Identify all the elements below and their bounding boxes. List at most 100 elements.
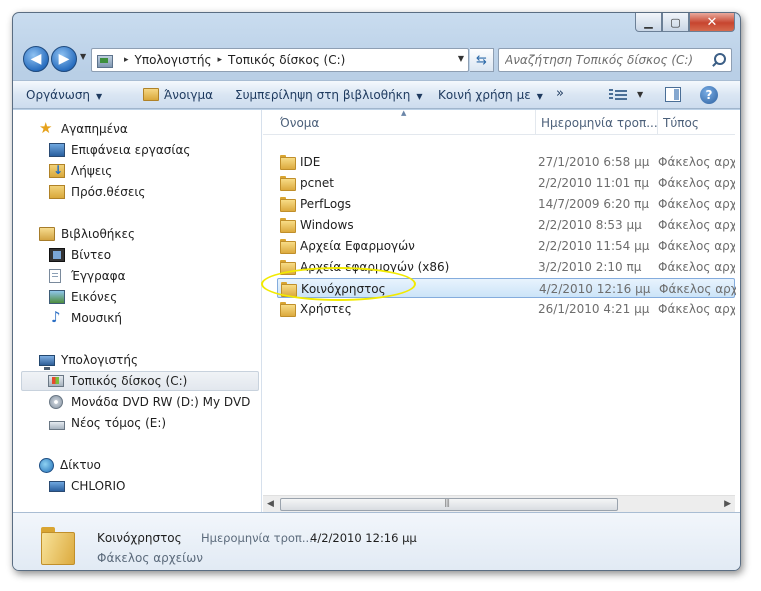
scroll-right-icon[interactable]: ▶ [724, 499, 731, 509]
sidebar-item-chlorio[interactable]: CHLORIO [49, 476, 125, 496]
more-commands-button[interactable]: » [556, 86, 564, 101]
computer-icon [39, 354, 55, 370]
folder-icon [281, 282, 297, 297]
sidebar-item-documents[interactable]: Έγγραφα [49, 266, 126, 286]
scroll-left-icon[interactable]: ◀ [267, 499, 274, 509]
column-divider[interactable] [657, 110, 658, 135]
file-row[interactable]: Windows 2/2/2010 8:53 μμ Φάκελος αρχείων [277, 215, 735, 235]
breadcrumb-local-disk[interactable]: Τοπικός δίσκος (C:) [228, 53, 345, 67]
search-box[interactable] [498, 48, 732, 72]
sidebar-item-downloads[interactable]: Λήψεις [49, 161, 112, 181]
breadcrumb-separator-icon[interactable]: ▸ [124, 55, 129, 65]
file-name: Χρήστες [300, 302, 352, 316]
sidebar-favorites[interactable]: Αγαπημένα [39, 119, 128, 139]
file-name: Αρχεία εφαρμογών (x86) [300, 260, 450, 274]
open-folder-icon [143, 88, 159, 101]
recent-pages-dropdown-icon[interactable]: ▼ [80, 52, 86, 61]
breadcrumb-separator-icon[interactable]: ▸ [218, 55, 223, 65]
column-divider[interactable] [535, 110, 536, 135]
refresh-button[interactable]: ⇆ [470, 48, 494, 72]
file-date: 2/2/2010 11:01 πμ [538, 176, 649, 190]
sidebar-label: Δίκτυο [60, 458, 101, 472]
file-row[interactable]: Χρήστες 26/1/2010 4:21 μμ Φάκελος αρχείω… [277, 299, 735, 319]
sidebar-libraries[interactable]: Βιβλιοθήκες [39, 224, 135, 244]
desktop-icon [49, 143, 65, 157]
view-dropdown-icon[interactable]: ▼ [637, 90, 643, 99]
network-icon [39, 457, 54, 473]
folder-icon [280, 176, 296, 191]
horizontal-scrollbar[interactable]: ◀ ▶ [263, 495, 735, 512]
network-computer-icon [49, 480, 65, 492]
sidebar-item-local-disk[interactable]: Τοπικός δίσκος (C:) [21, 371, 259, 391]
sidebar-network[interactable]: Δίκτυο [39, 455, 101, 475]
file-type: Φάκελος αρχείων [659, 282, 736, 296]
file-row-selected[interactable]: Κοινόχρηστος 4/2/2010 12:16 μμ Φάκελος α… [277, 278, 736, 298]
close-button[interactable]: ✕ [689, 13, 735, 32]
dvd-drive-icon [49, 395, 63, 409]
file-date: 4/2/2010 12:16 μμ [539, 282, 651, 296]
breadcrumb-computer[interactable]: Υπολογιστής [135, 53, 212, 67]
file-type: Φάκελος αρχείων [658, 260, 735, 274]
chevron-down-icon: ▼ [96, 92, 103, 101]
file-row[interactable]: PerfLogs 14/7/2009 6:20 πμ Φάκελος αρχεί… [277, 194, 735, 214]
folder-icon [39, 527, 77, 565]
sidebar-item-dvd-drive[interactable]: Μονάδα DVD RW (D:) My DVD [49, 392, 250, 412]
sidebar-label: Υπολογιστής [61, 353, 138, 367]
search-input[interactable] [505, 53, 700, 67]
address-dropdown-icon[interactable]: ▼ [458, 54, 464, 63]
content-area: Αγαπημένα Επιφάνεια εργασίας Λήψεις Πρόσ… [13, 109, 740, 512]
sidebar-item-desktop[interactable]: Επιφάνεια εργασίας [49, 140, 190, 160]
computer-drive-icon [96, 52, 114, 68]
documents-icon [49, 269, 61, 283]
sidebar-item-videos[interactable]: Βίντεο [49, 245, 111, 265]
scrollbar-thumb[interactable] [280, 498, 618, 511]
details-pane: Κοινόχρηστος Ημερομηνία τροπ... 4/2/2010… [13, 512, 740, 570]
column-date-modified[interactable]: Ημερομηνία τροπ... [541, 116, 657, 130]
sidebar-item-pictures[interactable]: Εικόνες [49, 287, 117, 307]
include-in-library-menu[interactable]: Συμπερίληψη στη βιβλιοθήκη ▼ [235, 88, 423, 102]
libraries-icon [39, 227, 55, 241]
share-with-menu[interactable]: Κοινή χρήση με ▼ [438, 88, 543, 102]
address-bar[interactable]: ▸ Υπολογιστής ▸ Τοπικός δίσκος (C:) ▼ [91, 48, 469, 72]
folder-icon [280, 239, 296, 254]
preview-pane-icon[interactable] [665, 87, 681, 102]
open-button[interactable]: Άνοιγμα [143, 88, 213, 102]
sidebar-item-new-volume[interactable]: Νέος τόμος (E:) [49, 413, 166, 433]
help-icon[interactable]: ? [700, 86, 718, 104]
file-name: Windows [300, 218, 354, 232]
open-label: Άνοιγμα [164, 88, 214, 102]
folder-icon [280, 302, 296, 317]
file-row[interactable]: pcnet 2/2/2010 11:01 πμ Φάκελος αρχείων [277, 173, 735, 193]
music-icon [49, 308, 65, 326]
file-list-pane: ▲ Όνομα Ημερομηνία τροπ... Τύπος IDE 27/… [261, 109, 736, 512]
folder-icon [280, 155, 296, 170]
column-name[interactable]: Όνομα [280, 116, 530, 130]
drive-icon [49, 420, 65, 430]
back-button[interactable]: ◀ [23, 46, 49, 72]
file-name: Αρχεία Εφαρμογών [300, 239, 415, 253]
file-row[interactable]: Αρχεία Εφαρμογών 2/2/2010 11:54 μμ Φάκελ… [277, 236, 735, 256]
videos-icon [49, 248, 65, 262]
sidebar-computer[interactable]: Υπολογιστής [39, 350, 138, 370]
organize-menu[interactable]: Οργάνωση ▼ [26, 88, 102, 102]
file-row[interactable]: IDE 27/1/2010 6:58 μμ Φάκελος αρχείων [277, 152, 735, 172]
downloads-icon [49, 163, 65, 178]
sidebar-item-recent-places[interactable]: Πρόσ.θέσεις [49, 182, 145, 202]
include-in-library-label: Συμπερίληψη στη βιβλιοθήκη [235, 88, 411, 102]
file-row[interactable]: Αρχεία εφαρμογών (x86) 3/2/2010 2:10 πμ … [277, 257, 735, 277]
change-view-icon[interactable] [609, 88, 627, 102]
forward-button[interactable]: ▶ [51, 46, 77, 72]
file-type: Φάκελος αρχείων [658, 176, 735, 190]
sidebar-label: Πρόσ.θέσεις [71, 185, 146, 199]
sidebar-item-music[interactable]: Μουσική [49, 308, 122, 328]
maximize-button[interactable]: ▢ [662, 13, 689, 32]
search-icon[interactable] [711, 53, 726, 67]
file-date: 2/2/2010 11:54 μμ [538, 239, 650, 253]
organize-label: Οργάνωση [26, 88, 91, 102]
chevron-down-icon: ▼ [416, 92, 423, 101]
hard-drive-icon [48, 375, 64, 387]
column-type[interactable]: Τύπος [663, 116, 735, 130]
minimize-button[interactable]: ▁ [635, 13, 662, 32]
file-date: 3/2/2010 2:10 πμ [538, 260, 642, 274]
file-type: Φάκελος αρχείων [658, 218, 735, 232]
